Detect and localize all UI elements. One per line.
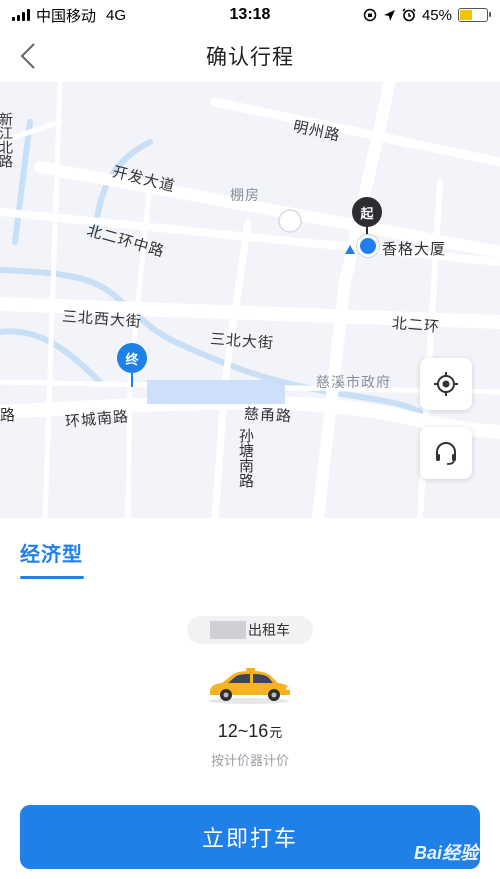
battery-percent: 45% — [421, 6, 452, 24]
location-arrow-icon — [383, 9, 395, 21]
support-button[interactable] — [420, 427, 472, 479]
map-label-suntang-south: 孙塘南路 — [237, 428, 254, 488]
trip-sheet: 经济型 出租车 12~16元 按计价器计价 立即打车 Bai经验 — [0, 518, 500, 879]
map-label-left-edge-lu: 路 — [0, 407, 17, 424]
vehicle-type-label: 出租车 — [248, 622, 290, 638]
redacted-label — [147, 380, 285, 404]
rotation-lock-icon — [363, 8, 377, 22]
back-button[interactable] — [10, 38, 46, 74]
alarm-icon — [402, 8, 416, 22]
end-pin[interactable]: 终 — [117, 343, 147, 387]
page-title: 确认行程 — [206, 46, 294, 69]
battery-icon — [458, 8, 491, 22]
network-type: 4G — [106, 6, 127, 24]
status-bar: 中国移动 4G 13:18 45% — [0, 0, 500, 30]
price-unit: 元 — [269, 725, 283, 740]
price-note: 按计价器计价 — [210, 753, 289, 768]
map-label-pengfang: 棚房 — [230, 187, 260, 203]
vehicle-type-chip[interactable]: 出租车 — [187, 616, 313, 644]
crosshair-icon — [434, 372, 458, 396]
map-label-sanbei-avenue: 三北大街 — [209, 330, 275, 353]
tab-economy[interactable]: 经济型 — [20, 538, 83, 567]
tab-underline — [20, 576, 84, 579]
current-location-dot — [357, 235, 379, 257]
map-label-ciyong-road: 慈甬路 — [243, 405, 293, 426]
carrier-name: 中国移动 — [36, 7, 97, 25]
redacted-brand — [210, 621, 246, 639]
map-label-cixi-government: 慈溪市政府 — [316, 374, 391, 390]
price-range: 12~16 — [217, 721, 269, 741]
start-pin[interactable]: 起 — [352, 197, 382, 239]
map-label-left-edge-road: 新江北路 — [0, 112, 14, 168]
taxi-car-icon — [209, 668, 290, 704]
price-estimate: 12~16元 — [0, 721, 500, 742]
call-taxi-label: 立即打车 — [201, 826, 298, 851]
headset-icon — [436, 442, 456, 465]
watermark: Bai经验 — [413, 843, 478, 863]
map-label-xiangge-building: 香格大厦 — [382, 241, 447, 258]
signal-icon — [12, 9, 30, 21]
call-taxi-button[interactable]: 立即打车 — [20, 805, 480, 869]
end-pin-label: 终 — [117, 343, 147, 373]
location-arrow-marker — [345, 245, 355, 254]
map-view[interactable]: 明州路 开发大道 棚房 香格大厦 北二环中路 三北西大街 三北大街 北二环 慈溪… — [0, 82, 500, 518]
map-label-beierhuan: 北二环 — [391, 314, 441, 337]
locate-button[interactable] — [420, 358, 472, 410]
chevron-left-icon — [20, 43, 35, 69]
start-pin-label: 起 — [352, 197, 382, 227]
nav-bar: 确认行程 — [0, 30, 500, 82]
